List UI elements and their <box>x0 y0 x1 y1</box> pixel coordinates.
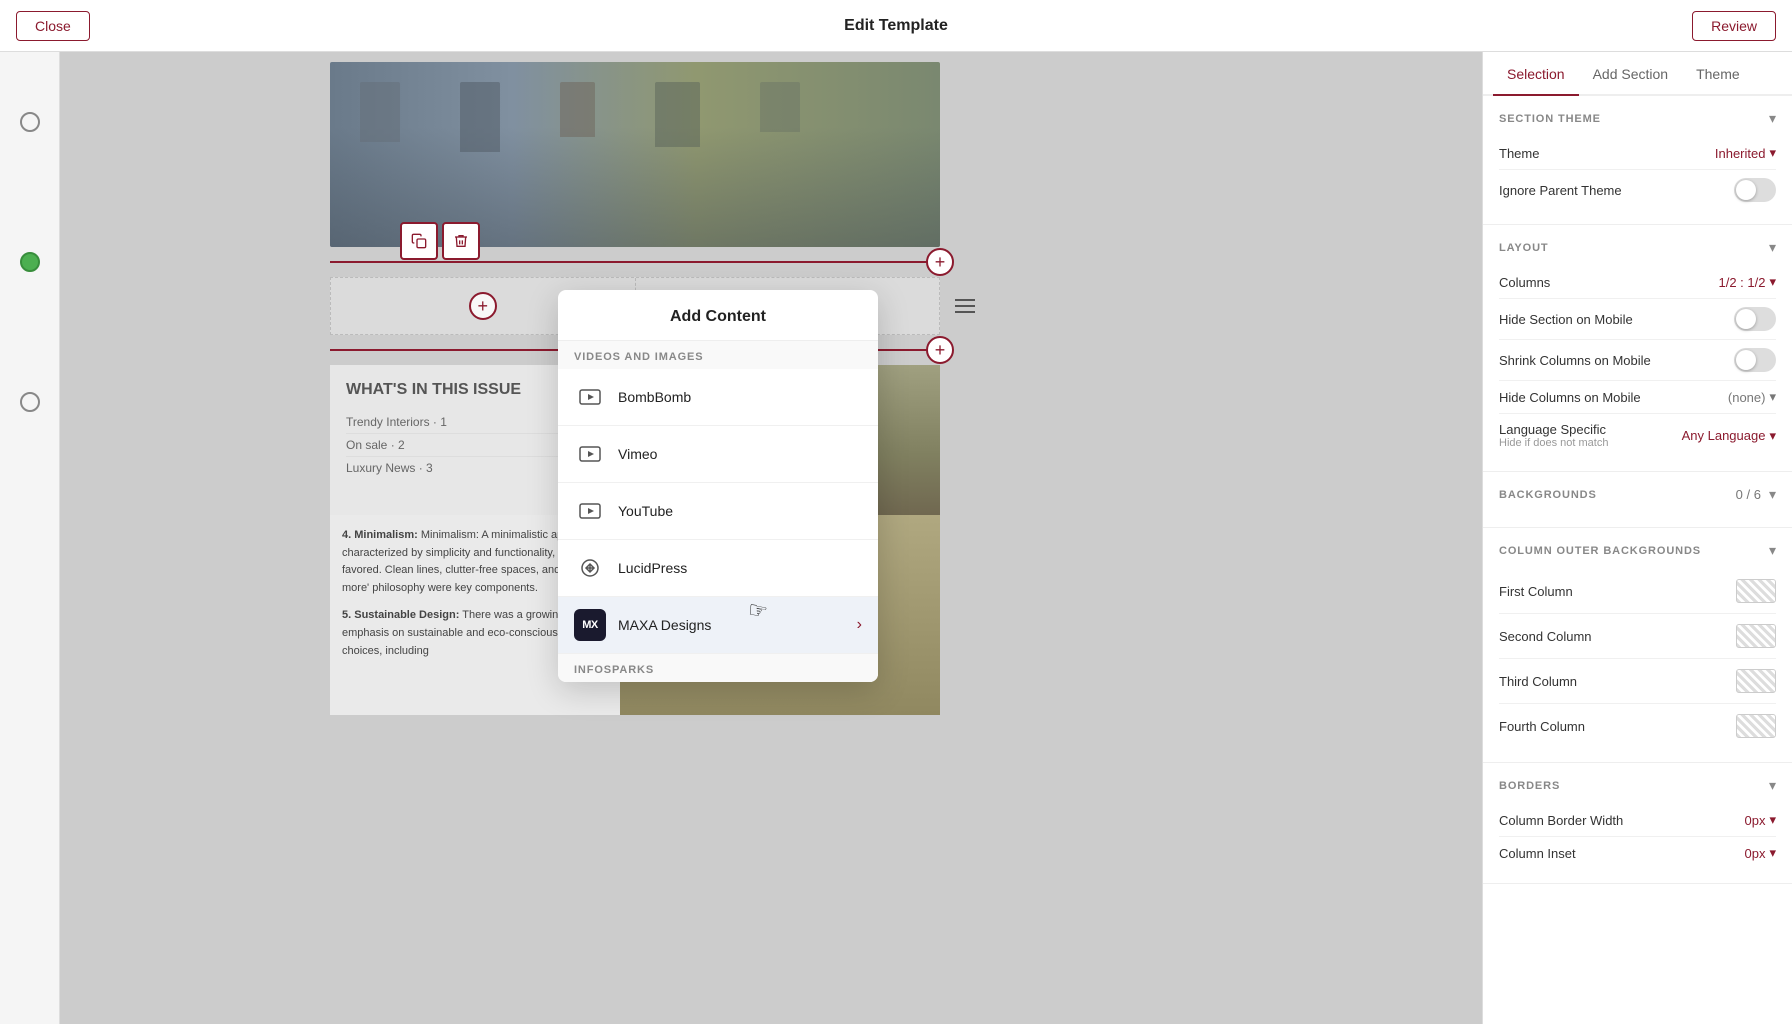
columns-row: Columns 1/2 : 1/2 ▾ <box>1499 266 1776 299</box>
col-swatch-third[interactable] <box>1736 669 1776 693</box>
panel-tabs: Selection Add Section Theme <box>1483 52 1792 96</box>
maxa-arrow-icon: › <box>857 616 862 634</box>
shrink-columns-label: Shrink Columns on Mobile <box>1499 353 1651 368</box>
section-theme-chevron[interactable]: ▾ <box>1769 110 1776 127</box>
language-label: Language Specific <box>1499 422 1608 437</box>
add-row-above-button[interactable]: + <box>926 248 954 276</box>
borders-chevron[interactable]: ▾ <box>1769 777 1776 794</box>
col-item-third[interactable]: Third Column <box>1499 659 1776 704</box>
backgrounds-title: Backgrounds <box>1499 489 1597 501</box>
videos-section-label: Videos and Images <box>558 341 878 369</box>
section-theme-panel: Section Theme ▾ Theme Inherited ▾ Ignore… <box>1483 96 1792 225</box>
col-item-fourth[interactable]: Fourth Column <box>1499 704 1776 748</box>
vimeo-icon <box>574 438 606 470</box>
hide-columns-label: Hide Columns on Mobile <box>1499 390 1641 405</box>
modal-item-lucidpress[interactable]: LucidPress <box>558 540 878 597</box>
backgrounds-chevron[interactable]: ▾ <box>1769 486 1776 503</box>
col-swatch-first[interactable] <box>1736 579 1776 603</box>
infosparks-section-label: InfoSparks <box>558 654 878 682</box>
dot-indicator-2[interactable] <box>20 252 40 272</box>
close-button[interactable]: Close <box>16 11 90 41</box>
hide-section-toggle[interactable] <box>1734 307 1776 331</box>
tab-selection[interactable]: Selection <box>1493 52 1579 96</box>
vimeo-label: Vimeo <box>618 446 862 462</box>
column-outer-backgrounds-panel: Column Outer Backgrounds ▾ First Column … <box>1483 528 1792 763</box>
backgrounds-value: 0 / 6 <box>1736 487 1761 502</box>
borders-panel: Borders ▾ Column Border Width 0px ▾ Colu… <box>1483 763 1792 884</box>
review-button[interactable]: Review <box>1692 11 1776 41</box>
lucidpress-label: LucidPress <box>618 560 862 576</box>
ignore-parent-label: Ignore Parent Theme <box>1499 183 1622 198</box>
border-width-value[interactable]: 0px ▾ <box>1745 812 1777 828</box>
maxa-icon: MX <box>574 609 606 641</box>
youtube-icon <box>574 495 606 527</box>
modal-title: Add Content <box>558 290 878 341</box>
hide-section-label: Hide Section on Mobile <box>1499 312 1633 327</box>
dot-indicator-3 <box>20 392 40 412</box>
add-row-below-button[interactable]: + <box>926 336 954 364</box>
copy-section-button[interactable] <box>400 222 438 260</box>
tab-theme[interactable]: Theme <box>1682 52 1754 96</box>
right-panel: Selection Add Section Theme Section Them… <box>1482 52 1792 1024</box>
columns-label: Columns <box>1499 275 1550 290</box>
modal-item-bombbomb[interactable]: BombBomb <box>558 369 878 426</box>
backgrounds-panel: Backgrounds 0 / 6 ▾ <box>1483 472 1792 528</box>
border-inset-row: Column Inset 0px ▾ <box>1499 837 1776 869</box>
modal-item-maxa[interactable]: MX MAXA Designs › <box>558 597 878 654</box>
maxa-label: MAXA Designs <box>618 617 845 633</box>
left-sidebar <box>0 52 60 1024</box>
ignore-parent-toggle[interactable] <box>1734 178 1776 202</box>
borders-title: Borders <box>1499 780 1560 792</box>
layout-title: Layout <box>1499 242 1549 254</box>
hide-columns-value[interactable]: (none) ▾ <box>1728 389 1776 405</box>
youtube-label: YouTube <box>618 503 862 519</box>
add-left-col-button[interactable]: + <box>469 292 497 320</box>
border-width-label: Column Border Width <box>1499 813 1623 828</box>
border-width-row: Column Border Width 0px ▾ <box>1499 804 1776 837</box>
shrink-columns-row: Shrink Columns on Mobile <box>1499 340 1776 381</box>
layout-panel: Layout ▾ Columns 1/2 : 1/2 ▾ Hide Sectio… <box>1483 225 1792 472</box>
col-swatch-fourth[interactable] <box>1736 714 1776 738</box>
dot-indicator-1 <box>20 112 40 132</box>
shrink-columns-toggle[interactable] <box>1734 348 1776 372</box>
language-row: Language Specific Hide if does not match… <box>1499 414 1776 457</box>
bombbomb-icon <box>574 381 606 413</box>
column-outer-backgrounds-chevron[interactable]: ▾ <box>1769 542 1776 559</box>
hide-section-row: Hide Section on Mobile <box>1499 299 1776 340</box>
delete-section-button[interactable] <box>442 222 480 260</box>
col-swatch-second[interactable] <box>1736 624 1776 648</box>
section-menu-button[interactable] <box>955 299 975 313</box>
layout-chevron[interactable]: ▾ <box>1769 239 1776 256</box>
column-outer-backgrounds-title: Column Outer Backgrounds <box>1499 545 1701 557</box>
modal-item-youtube[interactable]: YouTube <box>558 483 878 540</box>
col-item-second[interactable]: Second Column <box>1499 614 1776 659</box>
columns-value[interactable]: 1/2 : 1/2 ▾ <box>1718 274 1776 290</box>
add-content-modal: Add Content Videos and Images BombBomb V… <box>558 290 878 682</box>
ignore-parent-row: Ignore Parent Theme <box>1499 170 1776 210</box>
border-inset-label: Column Inset <box>1499 846 1576 861</box>
theme-label: Theme <box>1499 146 1539 161</box>
bombbomb-label: BombBomb <box>618 389 862 405</box>
language-sublabel: Hide if does not match <box>1499 437 1608 449</box>
hide-columns-row: Hide Columns on Mobile (none) ▾ <box>1499 381 1776 414</box>
main-layout: + + + + <box>0 0 1792 1024</box>
col-item-first[interactable]: First Column <box>1499 569 1776 614</box>
tab-add-section[interactable]: Add Section <box>1579 52 1683 96</box>
theme-value[interactable]: Inherited ▾ <box>1715 145 1776 161</box>
modal-item-vimeo[interactable]: Vimeo <box>558 426 878 483</box>
section-theme-title: Section Theme <box>1499 113 1601 125</box>
theme-row: Theme Inherited ▾ <box>1499 137 1776 170</box>
language-value[interactable]: Any Language ▾ <box>1682 428 1776 444</box>
lucidpress-icon <box>574 552 606 584</box>
page-title: Edit Template <box>844 17 948 35</box>
top-bar: Close Edit Template Review <box>0 0 1792 52</box>
border-inset-value[interactable]: 0px ▾ <box>1745 845 1777 861</box>
